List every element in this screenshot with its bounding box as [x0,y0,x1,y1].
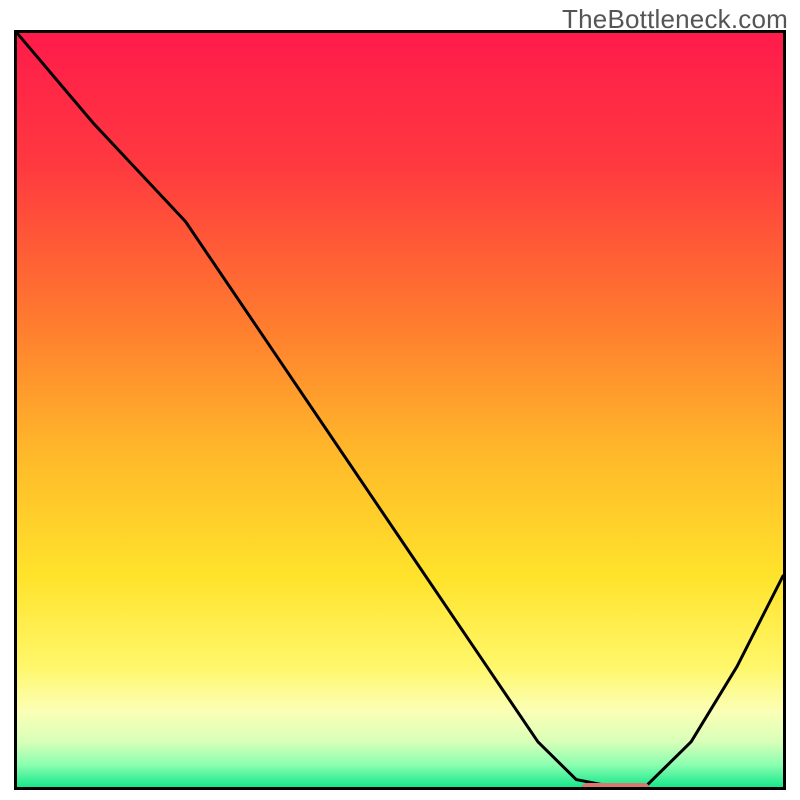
optimal-region-marker [581,783,650,790]
bottleneck-curve [17,33,783,787]
chart-root: TheBottleneck.com [0,0,800,800]
watermark-text: TheBottleneck.com [562,4,788,35]
plot-frame [14,30,786,790]
